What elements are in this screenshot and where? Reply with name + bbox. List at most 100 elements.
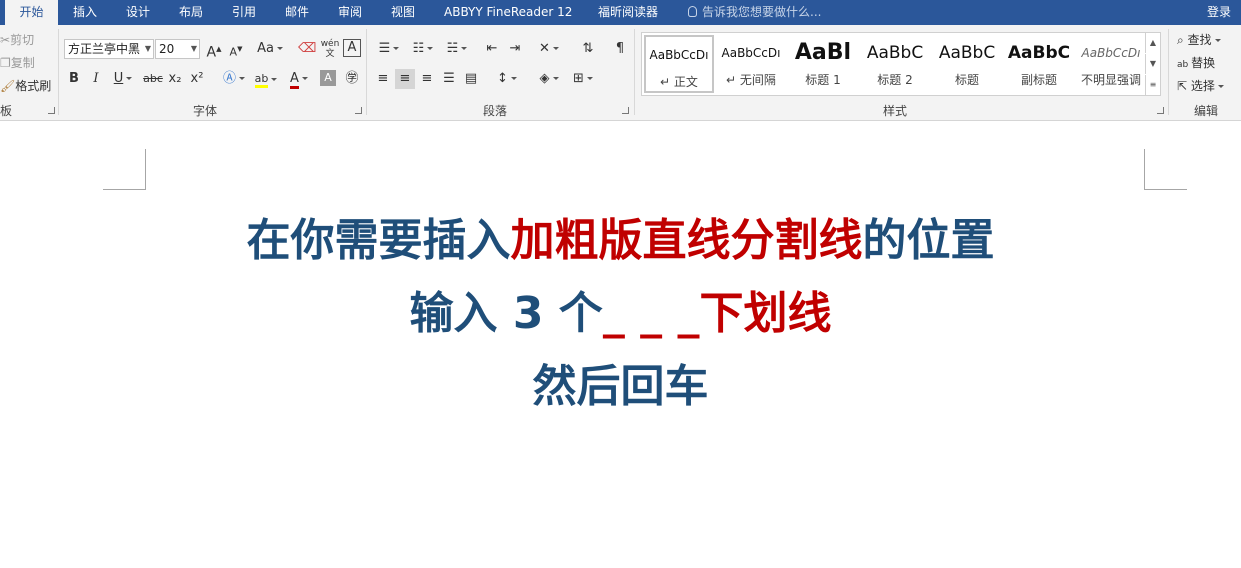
- line-spacing-button[interactable]: ↕: [492, 69, 522, 89]
- italic-icon: I: [93, 71, 99, 86]
- style-name: 副标题: [1020, 73, 1057, 87]
- format-painter-button[interactable]: 🖌格式刷: [0, 77, 51, 95]
- align-right-button[interactable]: ≡: [417, 69, 437, 89]
- tab-insert[interactable]: 插入: [73, 0, 97, 25]
- font-size-combo[interactable]: 20 ▼: [155, 39, 200, 59]
- strikethrough-button[interactable]: abc: [142, 69, 164, 89]
- align-left-button[interactable]: ≡: [373, 69, 393, 89]
- align-left-icon: ≡: [377, 71, 389, 86]
- sign-in-link[interactable]: 登录: [1207, 0, 1231, 25]
- grow-font-button[interactable]: A▲: [205, 39, 223, 61]
- decrease-indent-button[interactable]: ⇤: [482, 39, 502, 59]
- gallery-scroll-down-icon[interactable]: ▼: [1145, 54, 1160, 74]
- style-name: 不明显强调: [1080, 73, 1141, 87]
- style-heading-2[interactable]: AaBbC 标题 2: [860, 35, 930, 93]
- text-effects-button[interactable]: Ⓐ: [219, 69, 249, 89]
- copy-button[interactable]: ❐复制: [0, 54, 35, 72]
- tab-review[interactable]: 审阅: [338, 0, 362, 25]
- document-page[interactable]: 在你需要插入加粗版直线分割线的位置 输入 3 个_ _ _下划线 然后回车: [0, 122, 1241, 568]
- tab-mailings[interactable]: 邮件: [285, 0, 309, 25]
- chinese-layout-button[interactable]: ✕: [534, 39, 564, 59]
- justify-button[interactable]: ☰: [439, 69, 459, 89]
- paintbrush-icon: 🖌: [0, 79, 16, 93]
- lightbulb-icon: [688, 6, 697, 17]
- superscript-button[interactable]: x²: [188, 69, 206, 89]
- tab-design[interactable]: 设计: [126, 0, 150, 25]
- font-size-value: 20: [159, 42, 175, 56]
- change-case-button[interactable]: Aa: [255, 39, 285, 59]
- tab-layout[interactable]: 布局: [179, 0, 203, 25]
- tab-view[interactable]: 视图: [391, 0, 415, 25]
- style-preview: AaBl: [794, 40, 852, 65]
- gallery-expand-icon[interactable]: ≡: [1145, 75, 1160, 95]
- character-shading-icon: A: [324, 71, 332, 84]
- clipboard-launcher-icon[interactable]: [48, 107, 55, 114]
- clear-formatting-button[interactable]: ⌫: [298, 39, 316, 59]
- style-preview: AaBbC: [1007, 43, 1071, 63]
- tab-abbyy[interactable]: ABBYY FineReader 12: [444, 0, 572, 25]
- find-button[interactable]: ⌕ 查找: [1177, 31, 1221, 49]
- style-name: ↵ 正文: [660, 75, 698, 89]
- find-label: 查找: [1187, 33, 1212, 47]
- increase-indent-button[interactable]: ⇥: [505, 39, 525, 59]
- style-name: 标题 2: [877, 73, 913, 87]
- gallery-scroll-up-icon[interactable]: ▲: [1145, 33, 1160, 53]
- change-case-icon: Aa: [257, 41, 274, 56]
- enclosed-characters-button[interactable]: ㊫: [342, 69, 362, 89]
- italic-button[interactable]: I: [88, 69, 104, 89]
- align-center-button[interactable]: ≡: [395, 69, 415, 89]
- multilevel-list-button[interactable]: ☵: [442, 39, 472, 59]
- cut-button[interactable]: ✂剪切: [0, 31, 34, 49]
- font-name-combo[interactable]: 方正兰亭中黑 ▼: [64, 39, 154, 59]
- style-name: 标题: [954, 73, 979, 87]
- font-color-button[interactable]: A: [285, 69, 313, 89]
- strikethrough-icon: abc: [143, 72, 163, 85]
- group-divider: [634, 29, 635, 115]
- group-divider: [1168, 29, 1169, 115]
- select-button[interactable]: ⇱ 选择: [1177, 77, 1224, 95]
- show-marks-button[interactable]: ¶: [610, 39, 630, 59]
- font-launcher-icon[interactable]: [355, 107, 362, 114]
- replace-icon: ab: [1177, 60, 1192, 70]
- style-name: ↵ 无间隔: [726, 73, 776, 87]
- sort-button[interactable]: ⇅: [578, 39, 598, 59]
- style-heading-1[interactable]: AaBl 标题 1: [788, 35, 858, 93]
- style-normal[interactable]: AaBbCcDı ↵ 正文: [644, 35, 714, 93]
- phonetic-guide-button[interactable]: wén 文: [320, 39, 340, 59]
- replace-button[interactable]: ab 替换: [1177, 54, 1215, 72]
- character-shading-button[interactable]: A: [320, 70, 336, 86]
- style-no-spacing[interactable]: AaBbCcDı ↵ 无间隔: [716, 35, 786, 93]
- document-line-2: 输入 3 个_ _ _下划线: [0, 277, 1241, 341]
- style-subtle-emphasis[interactable]: AaBbCcDı 不明显强调: [1076, 35, 1146, 93]
- numbering-button[interactable]: ☷: [408, 39, 438, 59]
- clipboard-group-label: 板: [0, 104, 13, 118]
- tab-foxit[interactable]: 福昕阅读器: [598, 0, 658, 25]
- paint-bucket-icon: ◈: [539, 71, 550, 86]
- tab-home[interactable]: 开始: [5, 0, 58, 25]
- bullets-button[interactable]: ☰: [374, 39, 404, 59]
- tell-me-search[interactable]: 告诉我您想要做什么...: [688, 0, 821, 25]
- paragraph-launcher-icon[interactable]: [622, 107, 629, 114]
- character-border-button[interactable]: A: [343, 39, 361, 57]
- borders-button[interactable]: ⊞: [568, 69, 598, 89]
- align-right-icon: ≡: [421, 71, 433, 86]
- align-center-icon: ≡: [399, 71, 411, 86]
- bold-button[interactable]: B: [66, 69, 82, 89]
- cursor-arrow-icon: ⇱: [1177, 79, 1191, 93]
- eraser-icon: ⌫: [298, 41, 317, 56]
- style-name: 标题 1: [805, 73, 841, 87]
- styles-launcher-icon[interactable]: [1157, 107, 1164, 114]
- underline-button[interactable]: U: [110, 69, 136, 89]
- shading-button[interactable]: ◈: [534, 69, 564, 89]
- highlight-button[interactable]: ab: [252, 69, 280, 89]
- style-title[interactable]: AaBbC 标题: [932, 35, 1002, 93]
- style-subtitle[interactable]: AaBbC 副标题: [1004, 35, 1074, 93]
- outdent-icon: ⇤: [486, 41, 498, 56]
- document-line-1: 在你需要插入加粗版直线分割线的位置: [0, 204, 1241, 268]
- shrink-font-button[interactable]: A▼: [227, 39, 245, 59]
- subscript-button[interactable]: x₂: [166, 69, 184, 89]
- borders-icon: ⊞: [573, 71, 584, 86]
- distributed-button[interactable]: ▤: [461, 69, 481, 89]
- tell-me-placeholder: 告诉我您想要做什么...: [702, 5, 822, 19]
- tab-references[interactable]: 引用: [232, 0, 256, 25]
